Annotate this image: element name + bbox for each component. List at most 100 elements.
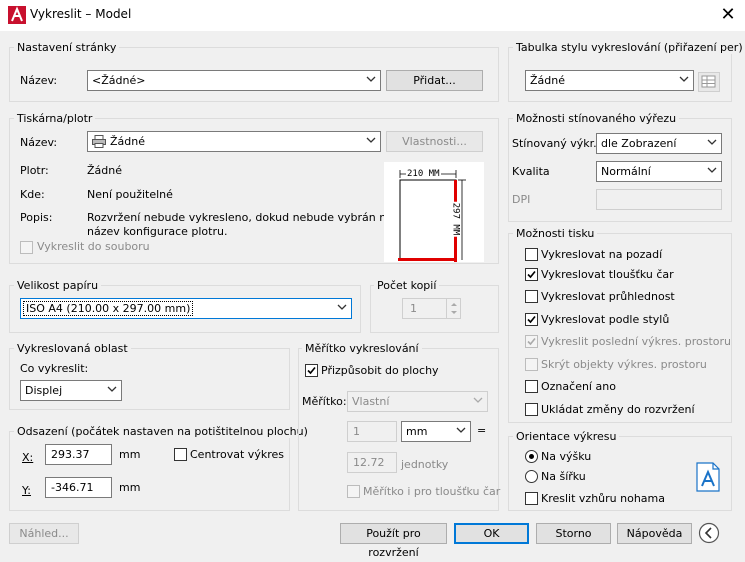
option-label: Ukládat změny do rozvržení [541, 403, 695, 416]
equals-sign: = [477, 424, 487, 437]
page-setup-name-combo[interactable]: <Žádné> [87, 70, 381, 91]
offset-x-label: X: [22, 451, 34, 464]
paper-size-legend: Velikost papíru [14, 279, 102, 292]
option-label: Označení ano [541, 380, 616, 393]
scale-numerator-value: 1 [353, 425, 360, 438]
offset-legend: Odsazení (počátek nastaven na potištitel… [14, 425, 311, 438]
table-edit-icon [701, 75, 716, 88]
offset-x-unit: mm [119, 448, 141, 461]
plot-transparency-checkbox[interactable] [525, 290, 538, 303]
preview-button[interactable]: Náhled... [9, 523, 79, 544]
where-label: Kde: [20, 188, 45, 201]
dpi-input[interactable] [596, 189, 722, 210]
page-setup-legend: Nastavení stránky [14, 41, 120, 54]
plot-to-file-checkbox[interactable] [20, 241, 33, 254]
autocad-logo-icon [8, 6, 26, 24]
offset-y-input[interactable]: -346.71 [45, 477, 112, 498]
scale-units-input[interactable]: 12.72 [347, 452, 397, 473]
printer-name-combo[interactable]: Žádné [87, 131, 381, 152]
printer-properties-button[interactable]: Vlastnosti... [386, 131, 483, 152]
scale-units-value: 12.72 [353, 456, 385, 469]
chevron-down-icon [473, 397, 483, 403]
plot-options-legend: Možnosti tisku [513, 227, 598, 240]
copies-value: 1 [410, 302, 417, 315]
plotter-value: Žádné [87, 164, 122, 177]
scale-value: Vlastní [352, 395, 390, 408]
paper-size-combo[interactable]: ISO A4 (210.00 x 297.00 mm) [20, 298, 352, 319]
style-table-value: Žádné [530, 74, 565, 87]
paper-size-value: ISO A4 (210.00 x 297.00 mm) [23, 301, 194, 316]
plot-stamp-checkbox[interactable] [525, 380, 538, 393]
ok-button[interactable]: OK [454, 523, 529, 544]
collapse-chevron-icon[interactable] [698, 522, 720, 544]
chevron-down-icon [707, 167, 717, 173]
dpi-label: DPI [512, 193, 531, 206]
center-plot-checkbox[interactable] [174, 448, 187, 461]
style-table-legend: Tabulka stylu vykreslování (přiřazení pe… [513, 41, 745, 54]
shaded-viewport-legend: Možnosti stínovaného výřezu [513, 112, 680, 125]
hide-paperspace-objects-checkbox[interactable] [525, 358, 538, 371]
chevron-down-icon [456, 427, 466, 433]
edit-style-table-button[interactable] [698, 72, 720, 92]
chevron-down-icon [107, 386, 117, 392]
chevron-down-icon [337, 304, 347, 310]
offset-x-value: 293.37 [51, 448, 90, 461]
add-page-setup-button[interactable]: Přidat... [386, 70, 483, 91]
plot-paperspace-last-checkbox[interactable] [525, 335, 538, 348]
scale-unit-value: mm [406, 425, 428, 438]
printer-legend: Tiskárna/plotr [14, 112, 96, 125]
checkmark-icon [307, 366, 316, 375]
center-plot-label: Centrovat výkres [190, 448, 284, 461]
plot-background-checkbox[interactable] [525, 248, 538, 261]
option-label: Vykreslovat tloušťku čar [541, 268, 674, 281]
option-label: Vykreslovat podle stylů [541, 313, 670, 326]
checkmark-icon [527, 270, 536, 279]
option-label: Vykreslovat průhlednost [541, 290, 675, 303]
spinner-arrows-icon [451, 303, 457, 314]
orientation-legend: Orientace výkresu [513, 430, 620, 443]
printer-name-value: Žádné [110, 135, 145, 148]
save-changes-checkbox[interactable] [525, 403, 538, 416]
option-label: Skrýt objekty výkres. prostoru [541, 358, 707, 371]
plot-lineweights-checkbox[interactable] [525, 268, 538, 281]
option-label: Vykreslit poslední výkres. prostoru [541, 335, 732, 348]
landscape-label: Na šířku [541, 470, 586, 483]
plot-with-styles-checkbox[interactable] [525, 313, 538, 326]
scale-numerator-input[interactable]: 1 [347, 421, 397, 442]
copies-legend: Počet kopií [374, 279, 440, 292]
style-table-combo[interactable]: Žádné [525, 70, 694, 91]
copies-input[interactable]: 1 [402, 298, 461, 319]
cancel-button[interactable]: Storno [536, 523, 611, 544]
scale-combo[interactable]: Vlastní [347, 391, 488, 412]
upside-down-checkbox[interactable] [525, 492, 538, 505]
landscape-radio[interactable] [525, 470, 538, 483]
apply-to-layout-button[interactable]: Použít pro rozvržení [340, 523, 447, 559]
scale-label: Měřítko: [302, 395, 347, 408]
offset-y-unit: mm [119, 481, 141, 494]
portrait-radio[interactable] [525, 450, 538, 463]
printer-name-label: Název: [20, 136, 58, 149]
checkmark-icon [527, 315, 536, 324]
plotter-label: Plotr: [20, 164, 49, 177]
copies-spinner[interactable] [446, 299, 461, 318]
chevron-down-icon [679, 76, 689, 82]
page-setup-name-value: <Žádné> [92, 74, 146, 87]
what-to-plot-value: Displej [25, 384, 63, 397]
close-button[interactable]: ✕ [716, 3, 740, 27]
plot-options-group [508, 233, 732, 423]
plot-scale-legend: Měřítko vykreslování [302, 342, 422, 355]
fit-to-paper-checkbox[interactable] [305, 364, 318, 377]
window-title: Vykreslit – Model [30, 7, 132, 21]
help-button[interactable]: Nápověda [617, 523, 692, 544]
shade-plot-combo[interactable]: dle Zobrazení [596, 133, 722, 154]
quality-label: Kvalita [512, 165, 550, 178]
what-to-plot-combo[interactable]: Displej [20, 380, 122, 401]
fit-to-paper-label: Přizpůsobit do plochy [321, 364, 439, 377]
offset-x-input[interactable]: 293.37 [45, 444, 112, 465]
quality-combo[interactable]: Normální [596, 161, 722, 182]
scale-unit-combo[interactable]: mm [401, 421, 471, 442]
chevron-down-icon [366, 76, 376, 82]
checkmark-icon [527, 337, 536, 346]
shade-plot-value: dle Zobrazení [601, 137, 677, 150]
scale-lineweights-checkbox[interactable] [347, 485, 360, 498]
